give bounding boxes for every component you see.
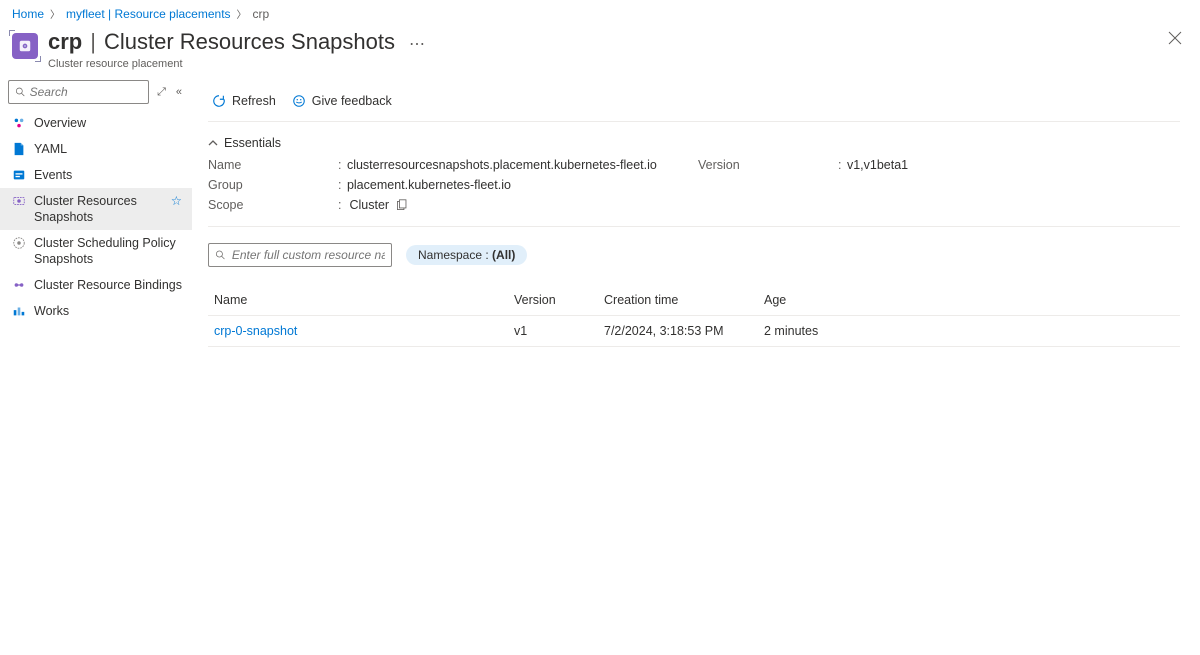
- essentials-toggle[interactable]: Essentials: [208, 136, 1180, 150]
- chevron-right-icon: 〉: [50, 6, 60, 21]
- search-icon: [15, 86, 26, 98]
- chevron-up-icon: [208, 138, 218, 148]
- document-icon: [12, 142, 26, 156]
- sidebar-item-label: Events: [34, 167, 182, 183]
- essentials-scope-label: Scope: [208, 198, 338, 212]
- main-content: Refresh Give feedback Essentials Name cl…: [192, 80, 1200, 347]
- copy-icon[interactable]: [395, 199, 408, 212]
- resource-search[interactable]: [208, 243, 392, 267]
- page-title-separator: |: [86, 29, 100, 55]
- breadcrumb-link-fleet[interactable]: myfleet | Resource placements: [66, 7, 231, 21]
- page-title-suffix: Cluster Resources Snapshots: [104, 29, 395, 55]
- essentials-grid: Name clusterresourcesnapshots.placement.…: [208, 158, 1180, 227]
- events-icon: [12, 168, 26, 182]
- sidebar-item-label: Overview: [34, 115, 182, 131]
- sidebar-search[interactable]: [8, 80, 149, 104]
- refresh-button[interactable]: Refresh: [212, 94, 276, 108]
- breadcrumb: Home 〉 myfleet | Resource placements 〉 c…: [0, 0, 1200, 25]
- search-icon: [215, 249, 226, 261]
- filter-row: Namespace : (All): [208, 243, 1180, 267]
- namespace-filter-pill[interactable]: Namespace : (All): [406, 245, 527, 265]
- close-icon[interactable]: [1168, 31, 1182, 48]
- essentials-scope-value: Cluster: [338, 198, 698, 212]
- sidebar-item-label: Cluster Scheduling Policy Snapshots: [34, 235, 182, 267]
- collapse-icon[interactable]: «: [174, 84, 184, 100]
- refresh-label: Refresh: [232, 94, 276, 108]
- col-age[interactable]: Age: [764, 293, 1174, 307]
- resource-icon: [12, 33, 38, 59]
- page-title-prefix: crp: [48, 29, 82, 55]
- sidebar-item-label: Cluster Resources Snapshots: [34, 193, 163, 225]
- col-name[interactable]: Name: [214, 293, 514, 307]
- more-actions-icon[interactable]: ⋯: [399, 34, 435, 56]
- col-creation-time[interactable]: Creation time: [604, 293, 764, 307]
- favorite-icon[interactable]: ☆: [171, 193, 182, 209]
- sidebar-item-snapshots[interactable]: Cluster Resources Snapshots ☆: [0, 188, 192, 230]
- sidebar-search-input[interactable]: [30, 85, 142, 99]
- feedback-label: Give feedback: [312, 94, 392, 108]
- sidebar-item-works[interactable]: Works: [0, 298, 192, 324]
- sidebar: ⤢ « Overview YAML Events Cluster Resourc…: [0, 80, 192, 347]
- feedback-icon: [292, 94, 306, 108]
- bindings-icon: [12, 278, 26, 292]
- overview-icon: [12, 116, 26, 130]
- policy-icon: [12, 236, 26, 250]
- row-version: v1: [514, 324, 604, 338]
- chevron-right-icon: 〉: [237, 6, 247, 21]
- breadcrumb-link-home[interactable]: Home: [12, 7, 44, 21]
- resource-search-input[interactable]: [232, 248, 385, 262]
- row-name-link[interactable]: crp-0-snapshot: [214, 324, 297, 338]
- essentials-scope-text: Cluster: [349, 198, 389, 212]
- page-subtitle: Cluster resource placement: [48, 58, 435, 70]
- essentials-name-label: Name: [208, 158, 338, 172]
- essentials-group-label: Group: [208, 178, 338, 192]
- works-icon: [12, 304, 26, 318]
- pin-icon[interactable]: ⤢: [155, 84, 168, 101]
- table-header: Name Version Creation time Age: [208, 285, 1180, 316]
- sidebar-item-policy-snapshots[interactable]: Cluster Scheduling Policy Snapshots: [0, 230, 192, 272]
- row-age: 2 minutes: [764, 324, 1174, 338]
- refresh-icon: [212, 94, 226, 108]
- resource-table: Name Version Creation time Age crp-0-sna…: [208, 285, 1180, 347]
- breadcrumb-current: crp: [253, 7, 270, 21]
- page-header: crp | Cluster Resources Snapshots ⋯ Clus…: [0, 25, 1200, 80]
- snapshot-icon: [12, 194, 26, 208]
- sidebar-item-label: YAML: [34, 141, 182, 157]
- sidebar-item-yaml[interactable]: YAML: [0, 136, 192, 162]
- sidebar-item-label: Works: [34, 303, 182, 319]
- col-version[interactable]: Version: [514, 293, 604, 307]
- sidebar-item-events[interactable]: Events: [0, 162, 192, 188]
- essentials-name-value: clusterresourcesnapshots.placement.kuber…: [338, 158, 698, 172]
- essentials-label: Essentials: [224, 136, 281, 150]
- feedback-button[interactable]: Give feedback: [292, 94, 392, 108]
- table-row[interactable]: crp-0-snapshot v1 7/2/2024, 3:18:53 PM 2…: [208, 316, 1180, 347]
- sidebar-item-label: Cluster Resource Bindings: [34, 277, 182, 293]
- namespace-filter-value: (All): [492, 248, 515, 262]
- namespace-filter-label: Namespace :: [418, 248, 492, 262]
- essentials-version-label: Version: [698, 158, 838, 172]
- sidebar-item-overview[interactable]: Overview: [0, 110, 192, 136]
- toolbar: Refresh Give feedback: [208, 80, 1180, 122]
- essentials-version-value: v1,v1beta1: [838, 158, 1180, 172]
- essentials-group-value: placement.kubernetes-fleet.io: [338, 178, 698, 192]
- row-creation-time: 7/2/2024, 3:18:53 PM: [604, 324, 764, 338]
- sidebar-item-bindings[interactable]: Cluster Resource Bindings: [0, 272, 192, 298]
- sidebar-nav: Overview YAML Events Cluster Resources S…: [0, 110, 192, 324]
